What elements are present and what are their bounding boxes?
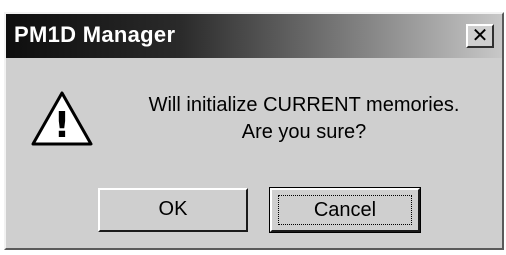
close-button[interactable]: ✕	[466, 24, 494, 48]
message-text: Will initialize CURRENT memories. Are yo…	[106, 92, 502, 146]
close-icon: ✕	[471, 23, 489, 47]
warning-glyph: !	[54, 105, 70, 146]
warning-icon: !	[31, 91, 93, 146]
confirm-dialog: PM1D Manager ✕ ! Will initialize CURRENT…	[4, 12, 504, 250]
title-bar[interactable]: PM1D Manager ✕	[6, 14, 502, 58]
message-line-1: Will initialize CURRENT memories.	[148, 94, 460, 116]
cancel-button[interactable]: Cancel	[269, 187, 421, 233]
cancel-button-label: Cancel	[278, 195, 412, 225]
window-title: PM1D Manager	[14, 22, 176, 47]
message-line-2: Are you sure?	[241, 121, 367, 143]
ok-button[interactable]: OK	[98, 188, 248, 232]
